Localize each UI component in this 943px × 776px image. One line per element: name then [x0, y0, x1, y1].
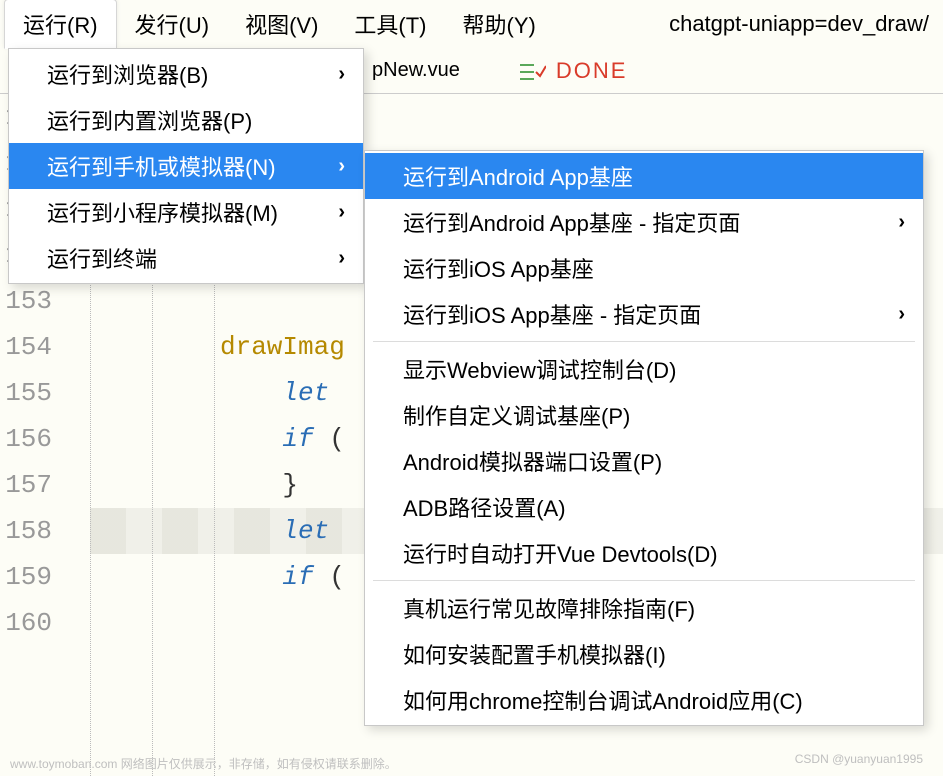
line-number: 160 [0, 600, 52, 646]
submenu-item[interactable]: ADB路径设置(A) [365, 484, 923, 530]
submenu-item[interactable]: 运行到Android App基座 [365, 153, 923, 199]
menubar: 运行(R) 发行(U) 视图(V) 工具(T) 帮助(Y) chatgpt-un… [0, 0, 943, 48]
menu-run[interactable]: 运行(R) [4, 0, 117, 49]
menu-separator [373, 580, 915, 581]
menu-item[interactable]: 运行到内置浏览器(P) [9, 97, 363, 143]
run-device-submenu: 运行到Android App基座运行到Android App基座 - 指定页面›… [364, 150, 924, 726]
chevron-right-icon: › [898, 303, 905, 326]
submenu-item[interactable]: 如何用chrome控制台调试Android应用(C) [365, 677, 923, 723]
chevron-right-icon: › [338, 63, 345, 86]
done-label: DONE [556, 58, 628, 84]
submenu-item[interactable]: 显示Webview调试控制台(D) [365, 346, 923, 392]
line-number: 157 [0, 462, 52, 508]
submenu-item[interactable]: 运行到Android App基座 - 指定页面› [365, 199, 923, 245]
list-check-icon [520, 62, 544, 80]
chevron-right-icon: › [338, 247, 345, 270]
submenu-item[interactable]: 如何安装配置手机模拟器(I) [365, 631, 923, 677]
done-indicator[interactable]: DONE [520, 58, 628, 84]
chevron-right-icon: › [338, 201, 345, 224]
submenu-item[interactable]: 运行时自动打开Vue Devtools(D) [365, 530, 923, 576]
tab-label: pNew.vue [372, 59, 460, 82]
line-number: 153 [0, 278, 52, 324]
chevron-right-icon: › [898, 211, 905, 234]
breadcrumb: chatgpt-uniapp=dev_draw/ [669, 11, 939, 37]
editor-tab[interactable]: pNew.vue [360, 59, 490, 82]
line-number: 159 [0, 554, 52, 600]
chevron-right-icon: › [338, 155, 345, 178]
menu-publish[interactable]: 发行(U) [117, 0, 228, 48]
menu-separator [373, 341, 915, 342]
submenu-item[interactable]: 制作自定义调试基座(P) [365, 392, 923, 438]
menu-help[interactable]: 帮助(Y) [445, 0, 554, 48]
submenu-item[interactable]: 真机运行常见故障排除指南(F) [365, 585, 923, 631]
line-number: 158 [0, 508, 52, 554]
menu-item[interactable]: 运行到小程序模拟器(M)› [9, 189, 363, 235]
watermark-author: CSDN @yuanyuan1995 [795, 752, 923, 766]
menu-item[interactable]: 运行到浏览器(B)› [9, 51, 363, 97]
menu-item[interactable]: 运行到手机或模拟器(N)› [9, 143, 363, 189]
run-menu-dropdown: 运行到浏览器(B)›运行到内置浏览器(P)运行到手机或模拟器(N)›运行到小程序… [8, 48, 364, 284]
menu-view[interactable]: 视图(V) [227, 0, 336, 48]
menu-tools[interactable]: 工具(T) [336, 0, 444, 48]
submenu-item[interactable]: Android模拟器端口设置(P) [365, 438, 923, 484]
submenu-item[interactable]: 运行到iOS App基座 - 指定页面› [365, 291, 923, 337]
line-number: 155 [0, 370, 52, 416]
watermark: www.toymoban.com 网络图片仅供展示，非存储，如有侵权请联系删除。 [10, 755, 397, 772]
line-number: 154 [0, 324, 52, 370]
line-number: 156 [0, 416, 52, 462]
submenu-item[interactable]: 运行到iOS App基座 [365, 245, 923, 291]
menu-item[interactable]: 运行到终端› [9, 235, 363, 281]
